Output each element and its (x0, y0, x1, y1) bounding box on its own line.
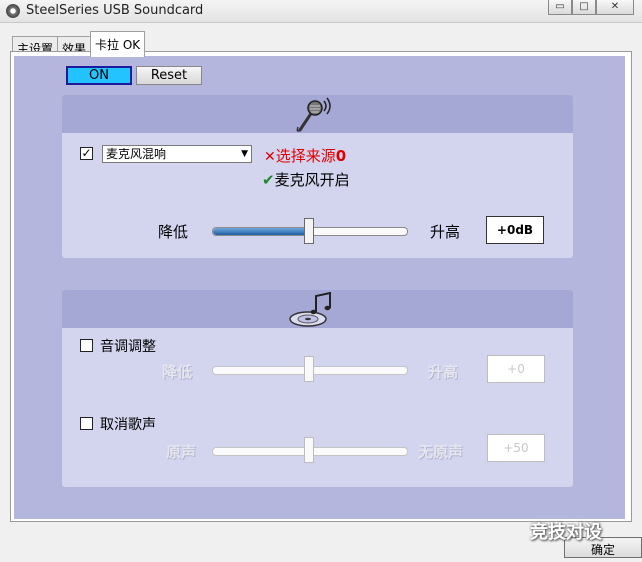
mic-slider-low-label: 降低 (158, 223, 189, 241)
check-icon: ✔ (262, 171, 275, 189)
chevron-down-icon: ▼ (241, 149, 248, 159)
music-disc-icon (289, 292, 331, 327)
mic-effect-select-value: 麦克风混响 (106, 147, 167, 161)
vocal-slider-low-label: 原声 (166, 443, 197, 461)
pitch-slider-high-label: 升高 (428, 363, 459, 381)
vocal-slider-high-label: 无原声 (418, 443, 464, 461)
minimize-button[interactable]: ▭ (548, 0, 572, 15)
source-status: ✕选择来源0 (264, 145, 346, 166)
vocal-thumb[interactable] (304, 437, 314, 463)
mic-status-text: 麦克风开启 (274, 171, 350, 189)
microphone-icon (296, 97, 331, 132)
mic-volume-value: +0dB (486, 216, 544, 244)
app-icon (6, 4, 20, 18)
mic-effect-select[interactable]: 麦克风混响 ▼ (102, 145, 252, 163)
mic-effect-checkbox[interactable]: ✓ (80, 147, 93, 160)
mic-volume-fill (213, 228, 310, 235)
vocal-value: +50 (487, 434, 545, 462)
reset-button[interactable]: Reset (136, 66, 202, 85)
mic-status: ✔麦克风开启 (262, 169, 350, 190)
tab-karaoke[interactable]: 卡拉 OK (90, 31, 146, 57)
microphone-section-header (62, 95, 573, 133)
source-count: 0 (335, 147, 347, 165)
pitch-thumb[interactable] (304, 356, 314, 382)
pitch-value: +0 (487, 355, 545, 383)
watermark-text: 竞技对设 (530, 522, 602, 543)
pitch-label: 音调调整 (100, 339, 156, 355)
error-x-icon: ✕ (264, 149, 276, 165)
music-section-header (62, 290, 573, 328)
close-button[interactable]: ✕ (596, 0, 634, 15)
mic-volume-thumb[interactable] (304, 218, 314, 244)
source-status-text: 选择来源 (275, 147, 336, 165)
pitch-checkbox[interactable] (80, 339, 93, 352)
vocal-cancel-checkbox[interactable] (80, 417, 93, 430)
window-title: SteelSeries USB Soundcard (26, 3, 204, 18)
vocal-cancel-label: 取消歌声 (100, 417, 156, 433)
maximize-button[interactable]: □ (572, 0, 596, 15)
pitch-slider-low-label: 降低 (162, 363, 193, 381)
mic-slider-high-label: 升高 (430, 223, 461, 241)
on-button[interactable]: ON (66, 66, 132, 85)
title-bar: SteelSeries USB Soundcard ▭ □ ✕ (0, 0, 642, 23)
